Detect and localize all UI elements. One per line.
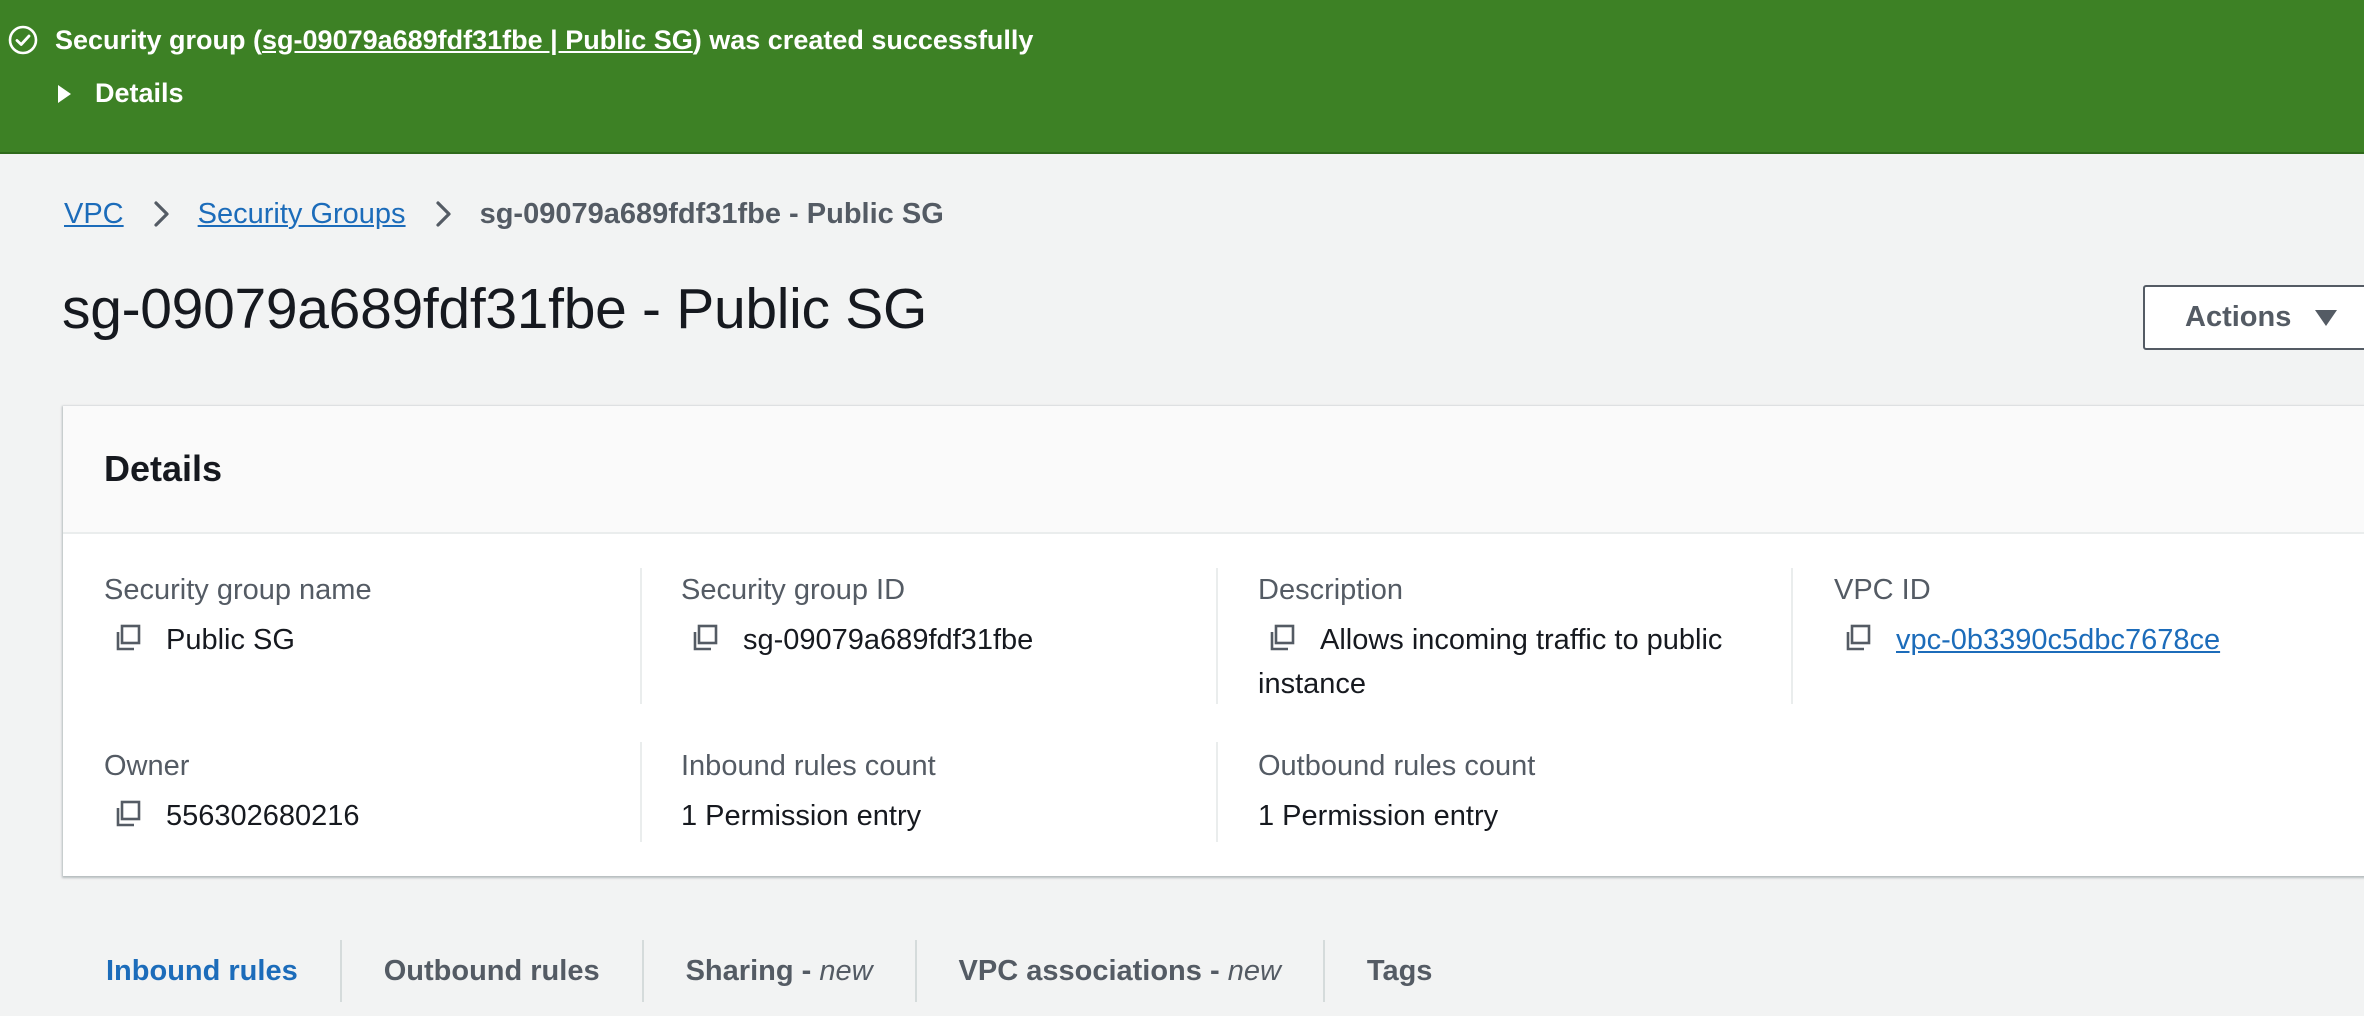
- flash-message: Security group (sg-09079a689fdf31fbe | P…: [7, 24, 1033, 56]
- outbound-count-value: 1 Permission entry: [1258, 800, 1499, 832]
- field-value-row: 556302680216: [104, 794, 664, 838]
- description-value: Allows incoming traffic to public instan…: [1258, 624, 1723, 700]
- field-vpc-id: VPC ID vpc-0b3390c5dbc7678ce: [1834, 572, 2364, 662]
- flash-sg-link[interactable]: sg-09079a689fdf31fbe | Public SG: [262, 25, 693, 56]
- copy-icon[interactable]: [1266, 622, 1298, 654]
- copy-icon[interactable]: [112, 622, 144, 654]
- breadcrumb-current: sg-09079a689fdf31fbe - Public SG: [479, 197, 944, 230]
- breadcrumb-vpc[interactable]: VPC: [64, 198, 124, 231]
- chevron-right-icon: [435, 201, 451, 227]
- caret-right-icon: [58, 84, 71, 103]
- tab-label: Inbound rules: [106, 954, 298, 987]
- field-sg-id: Security group ID sg-09079a689fdf31fbe: [681, 572, 1241, 662]
- success-flash-banner: Security group (sg-09079a689fdf31fbe | P…: [0, 0, 2364, 154]
- field-label: Outbound rules count: [1258, 750, 1536, 782]
- caret-down-icon: [2315, 309, 2338, 326]
- field-label: Security group name: [104, 574, 372, 606]
- tab-label: Sharing -: [685, 954, 820, 987]
- page-title: sg-09079a689fdf31fbe - Public SG: [62, 277, 927, 341]
- tab-new-badge: new: [819, 954, 873, 987]
- flash-details-label: Details: [95, 78, 184, 108]
- flash-prefix: Security group (: [55, 24, 263, 55]
- field-value-row: vpc-0b3390c5dbc7678ce: [1834, 618, 2364, 662]
- field-label: VPC ID: [1834, 574, 1931, 606]
- tab-sharing[interactable]: Sharing - new: [641, 940, 915, 1002]
- copy-icon[interactable]: [112, 798, 144, 830]
- field-label: Description: [1258, 574, 1404, 606]
- field-value-row: Allows incoming traffic to public instan…: [1258, 618, 1778, 706]
- tab-inbound-rules[interactable]: Inbound rules: [64, 940, 340, 1002]
- tab-bar: Inbound rules Outbound rules Sharing - n…: [64, 940, 1474, 1002]
- breadcrumb-security-groups[interactable]: Security Groups: [198, 198, 406, 231]
- tab-tags[interactable]: Tags: [1322, 940, 1475, 1002]
- field-inbound-count: Inbound rules count 1 Permission entry: [681, 748, 1241, 838]
- flash-details-toggle[interactable]: Details: [58, 78, 184, 109]
- column-divider: [1791, 568, 1793, 704]
- field-value-row: Public SG: [104, 618, 664, 662]
- tab-vpc-associations[interactable]: VPC associations - new: [914, 940, 1323, 1002]
- tab-outbound-rules[interactable]: Outbound rules: [339, 940, 642, 1002]
- tab-label: Tags: [1366, 954, 1433, 987]
- sg-id-value: sg-09079a689fdf31fbe: [743, 624, 1034, 656]
- copy-icon[interactable]: [1842, 622, 1874, 654]
- field-outbound-count: Outbound rules count 1 Permission entry: [1258, 748, 1818, 838]
- field-label: Inbound rules count: [681, 750, 936, 782]
- field-label: Security group ID: [681, 574, 906, 606]
- actions-button[interactable]: Actions: [2143, 285, 2364, 350]
- copy-icon[interactable]: [689, 622, 721, 654]
- flash-suffix: ) was created successfully: [692, 24, 1034, 55]
- field-value-row: sg-09079a689fdf31fbe: [681, 618, 1241, 662]
- details-panel: Details Security group name Public SG Se…: [63, 406, 2364, 876]
- details-title: Details: [104, 448, 223, 489]
- success-check-icon: [8, 25, 38, 55]
- details-panel-header: Details: [63, 406, 2364, 534]
- field-owner: Owner 556302680216: [104, 748, 664, 838]
- field-label: Owner: [104, 750, 190, 782]
- tab-label: Outbound rules: [383, 954, 600, 987]
- vpc-id-link[interactable]: vpc-0b3390c5dbc7678ce: [1896, 624, 2220, 656]
- tab-label: VPC associations -: [958, 954, 1228, 987]
- actions-label: Actions: [2185, 301, 2292, 333]
- field-sg-name: Security group name Public SG: [104, 572, 664, 662]
- field-description: Description Allows incoming traffic to p…: [1258, 572, 1778, 706]
- sg-name-value: Public SG: [166, 624, 295, 656]
- owner-value: 556302680216: [166, 800, 360, 832]
- breadcrumb: VPC Security Groups sg-09079a689fdf31fbe…: [64, 196, 944, 232]
- tab-new-badge: new: [1227, 954, 1281, 987]
- chevron-right-icon: [154, 201, 169, 227]
- inbound-count-value: 1 Permission entry: [681, 800, 922, 832]
